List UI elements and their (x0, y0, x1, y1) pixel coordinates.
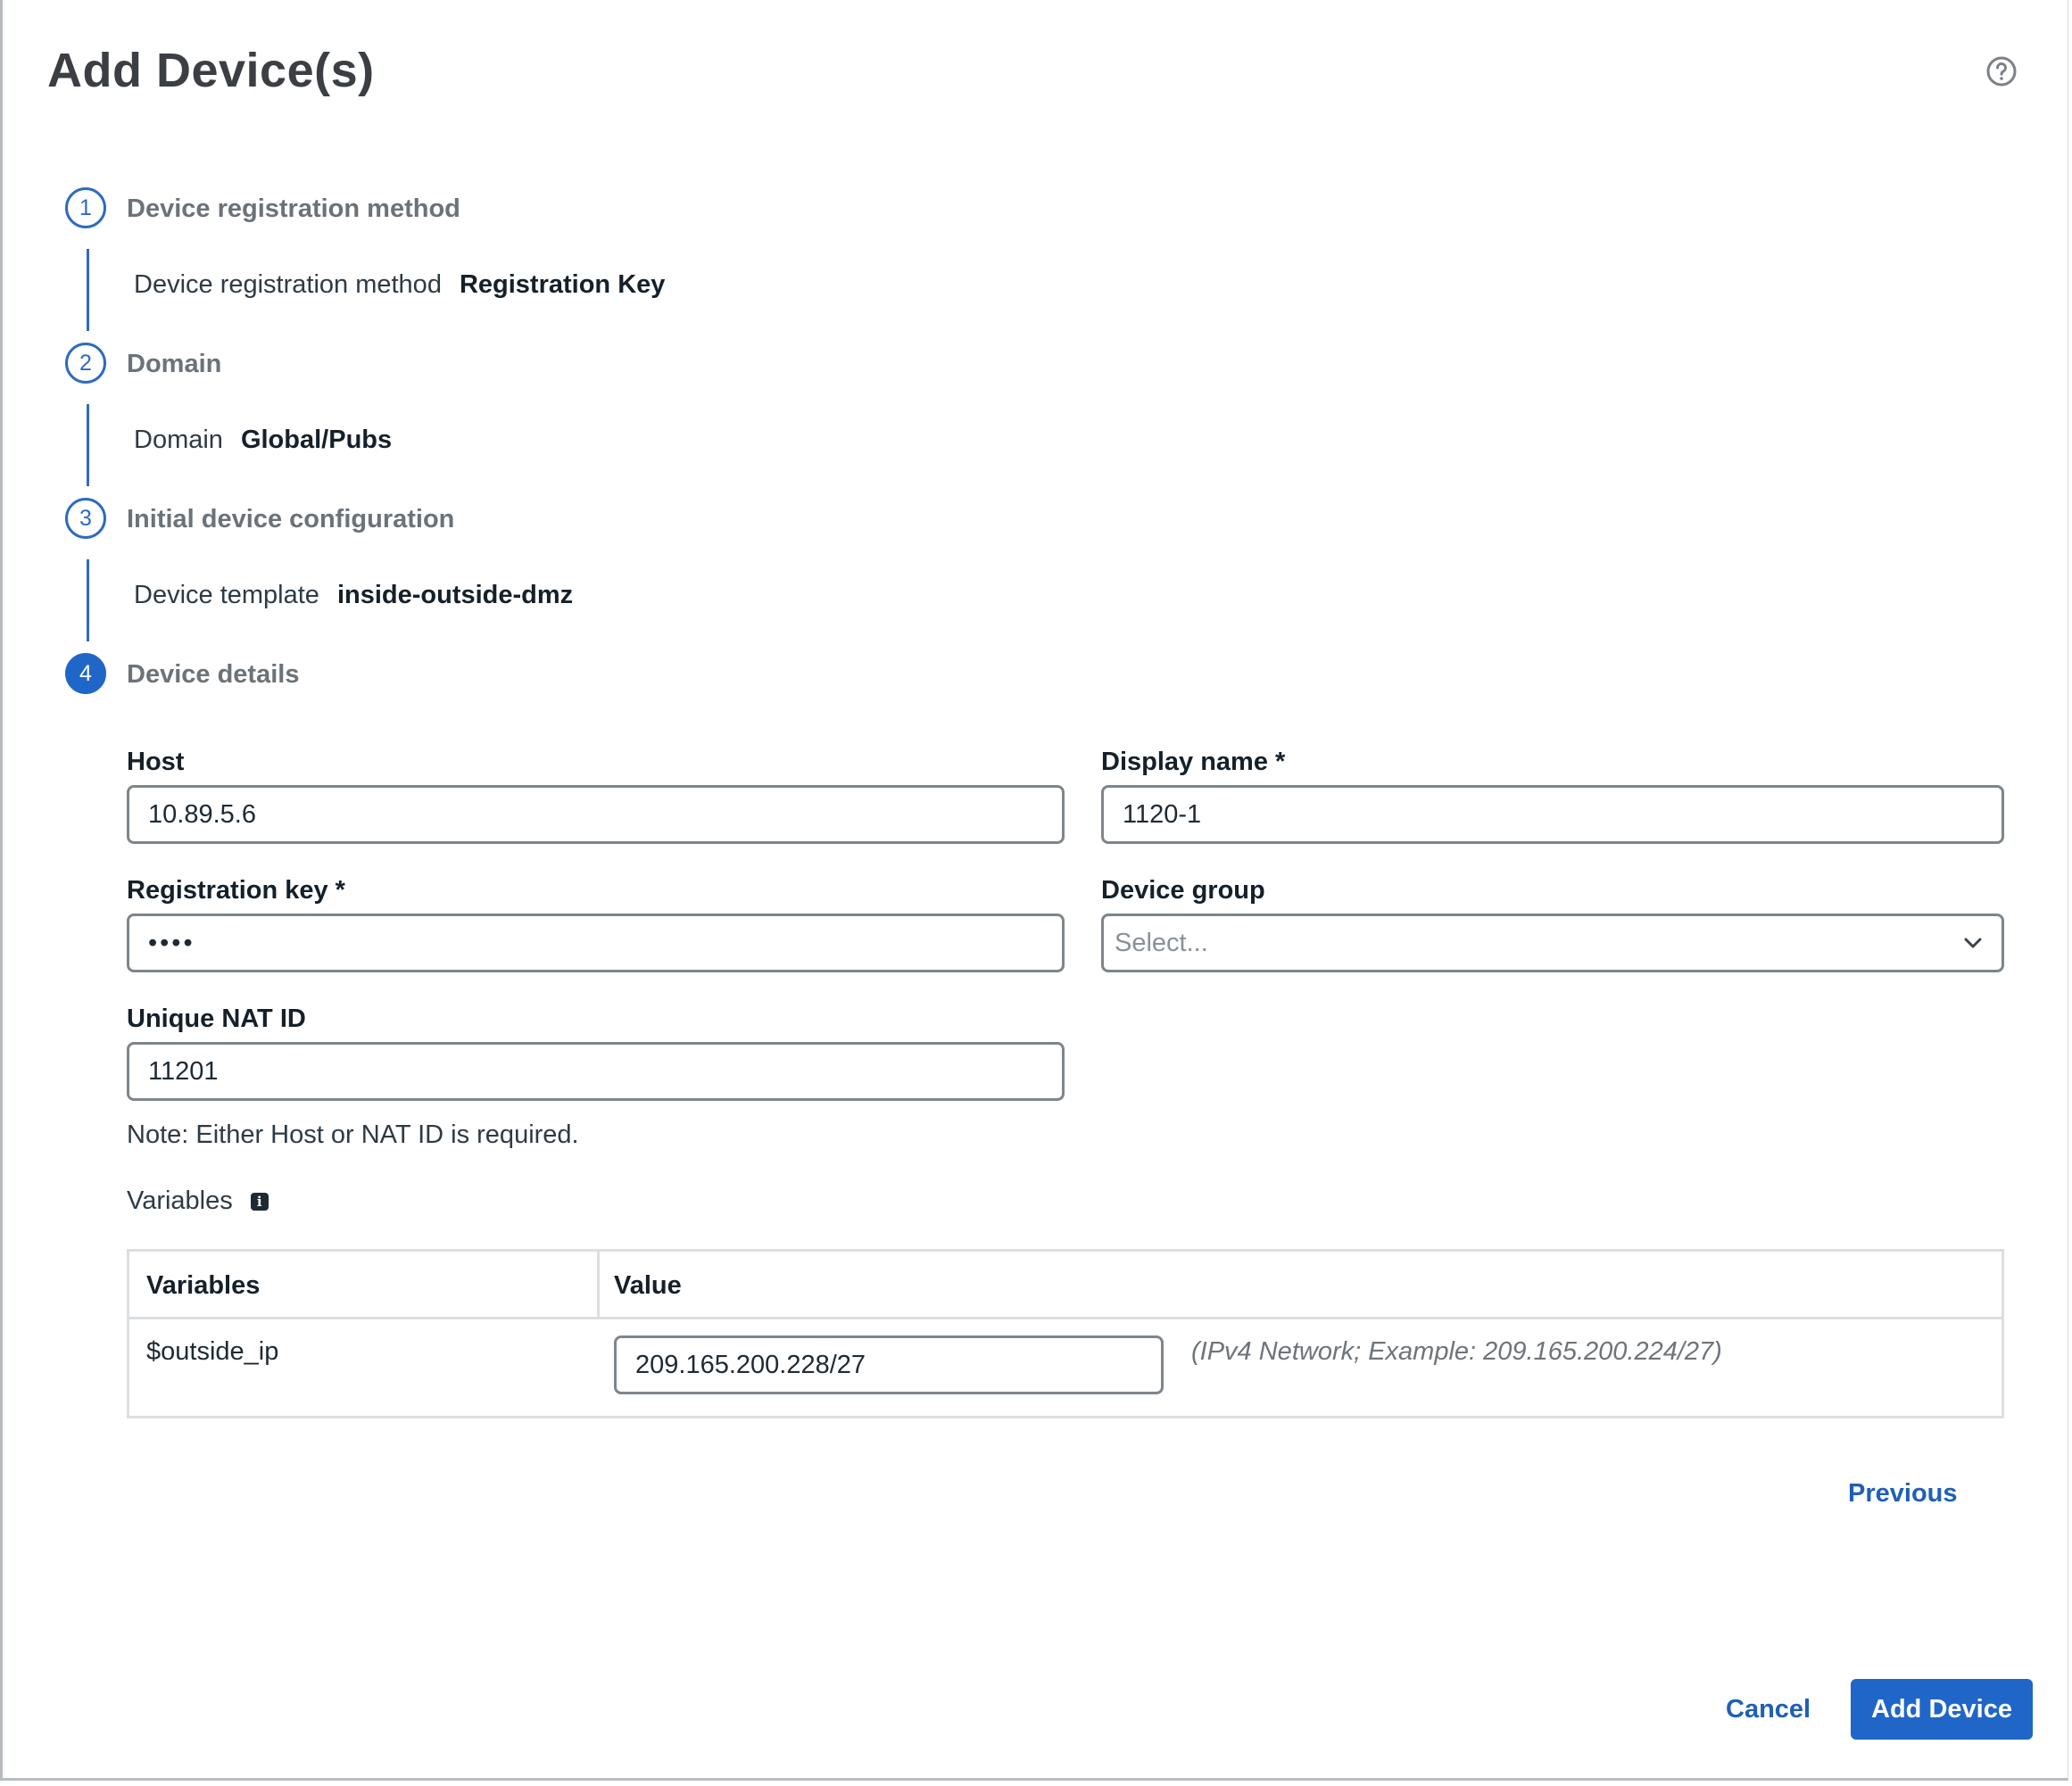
column-header-value: Value (614, 1271, 682, 1300)
device-group-select[interactable]: Select... (1101, 914, 2004, 972)
required-note: Note: Either Host or NAT ID is required. (127, 1120, 579, 1149)
info-icon[interactable]: i (250, 1192, 269, 1211)
step-3-summary: Device template inside-outside-dmz (134, 581, 573, 610)
chevron-down-icon (1964, 938, 1982, 948)
variable-value-input[interactable]: 209.165.200.228/27 (614, 1335, 1164, 1394)
nat-id-label: Unique NAT ID (127, 1005, 306, 1033)
variables-table: Variables Value $outside_ip 209.165.200.… (127, 1249, 2004, 1418)
host-label: Host (127, 748, 185, 776)
display-name-input[interactable]: 1120-1 (1101, 785, 2004, 844)
host-input[interactable]: 10.89.5.6 (127, 785, 1065, 844)
step-2-indicator: 2 (65, 343, 106, 384)
column-header-variables: Variables (146, 1271, 261, 1300)
previous-button[interactable]: Previous (1848, 1479, 1958, 1509)
variable-hint: (IPv4 Network; Example: 209.165.200.224/… (1191, 1337, 1722, 1366)
variables-heading: Variables i (127, 1187, 269, 1216)
help-icon[interactable] (1985, 55, 2018, 87)
device-group-placeholder: Select... (1115, 928, 1208, 957)
summary-value: Global/Pubs (240, 426, 393, 454)
summary-value: inside-outside-dmz (336, 581, 574, 609)
display-name-label: Display name * (1101, 748, 1286, 776)
add-device-dialog: Add Device(s) 1 Device registration meth… (0, 0, 2068, 1781)
table-header: Variables Value (129, 1252, 2002, 1319)
column-divider (597, 1252, 600, 1319)
step-1-title[interactable]: Device registration method (127, 194, 460, 224)
cancel-button[interactable]: Cancel (1726, 1695, 1811, 1724)
summary-label: Device template (134, 581, 319, 609)
registration-key-label: Registration key * (127, 876, 345, 905)
step-connector (87, 249, 89, 331)
variables-label: Variables (127, 1187, 233, 1215)
step-3-title[interactable]: Initial device configuration (127, 505, 454, 534)
summary-value: Registration Key (459, 270, 666, 299)
registration-key-input[interactable]: •••• (127, 914, 1065, 972)
step-1-summary: Device registration method Registration K… (134, 270, 665, 300)
step-1-indicator: 1 (65, 187, 106, 228)
step-4-title: Device details (127, 660, 300, 689)
step-2-summary: Domain Global/Pubs (134, 426, 392, 455)
add-device-button[interactable]: Add Device (1851, 1679, 2033, 1740)
dialog-title: Add Device(s) (47, 44, 375, 97)
summary-label: Device registration method (134, 270, 442, 299)
step-3-indicator: 3 (65, 498, 106, 539)
step-connector (87, 559, 89, 641)
step-2-title[interactable]: Domain (127, 350, 221, 379)
nat-id-input[interactable]: 11201 (127, 1042, 1065, 1101)
device-group-label: Device group (1101, 876, 1265, 905)
step-connector (87, 404, 89, 486)
variable-name: $outside_ip (146, 1337, 279, 1366)
step-4-indicator: 4 (65, 653, 106, 694)
summary-label: Domain (134, 426, 223, 454)
